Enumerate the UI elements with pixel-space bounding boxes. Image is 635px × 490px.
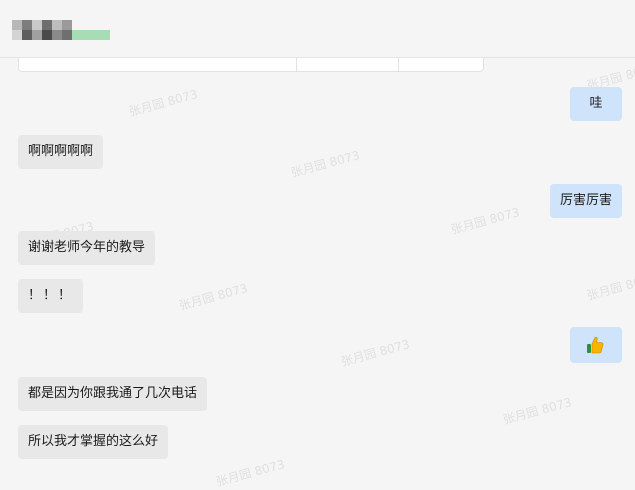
message-bubble-incoming[interactable]: 所以我才掌握的这么好 bbox=[18, 425, 169, 459]
message-bubble-incoming[interactable]: ！！！ bbox=[18, 279, 84, 313]
message-text: 所以我才掌握的这么好 bbox=[28, 434, 159, 449]
chat-title-blurred bbox=[12, 20, 110, 40]
chat-header bbox=[0, 0, 635, 58]
message-bubble-outgoing[interactable]: 哇 bbox=[570, 87, 622, 121]
message-bubble-outgoing[interactable] bbox=[570, 327, 622, 363]
watermark: 张月园 8073 bbox=[585, 271, 635, 303]
message-text: 哇 bbox=[589, 96, 603, 111]
message-bubble-incoming[interactable]: 都是因为你跟我通了几次电话 bbox=[18, 377, 208, 411]
message-bubble-incoming[interactable]: 啊啊啊啊啊 bbox=[18, 135, 104, 169]
thumbs-up-icon bbox=[587, 336, 604, 354]
message-bubble-outgoing[interactable]: 厉害厉害 bbox=[549, 184, 622, 218]
previous-message-card[interactable] bbox=[18, 58, 484, 72]
watermark: 张月园 8073 bbox=[214, 457, 287, 489]
message-text: 都是因为你跟我通了几次电话 bbox=[28, 386, 198, 401]
message-text: ！！！ bbox=[28, 288, 74, 303]
message-text: 厉害厉害 bbox=[559, 193, 612, 208]
watermark: 张月园 8073 bbox=[449, 205, 522, 237]
message-text: 啊啊啊啊啊 bbox=[28, 144, 94, 159]
watermark: 张月园 8073 bbox=[177, 281, 250, 313]
watermark: 张月园 8073 bbox=[127, 87, 200, 119]
message-text: 谢谢老师今年的教导 bbox=[28, 240, 146, 255]
message-bubble-incoming[interactable]: 谢谢老师今年的教导 bbox=[18, 231, 156, 265]
watermark: 张月园 8073 bbox=[339, 337, 412, 369]
chat-scrollbar[interactable] bbox=[629, 58, 635, 484]
watermark: 张月园 8073 bbox=[289, 148, 362, 180]
watermark: 张月园 8073 bbox=[501, 395, 574, 427]
